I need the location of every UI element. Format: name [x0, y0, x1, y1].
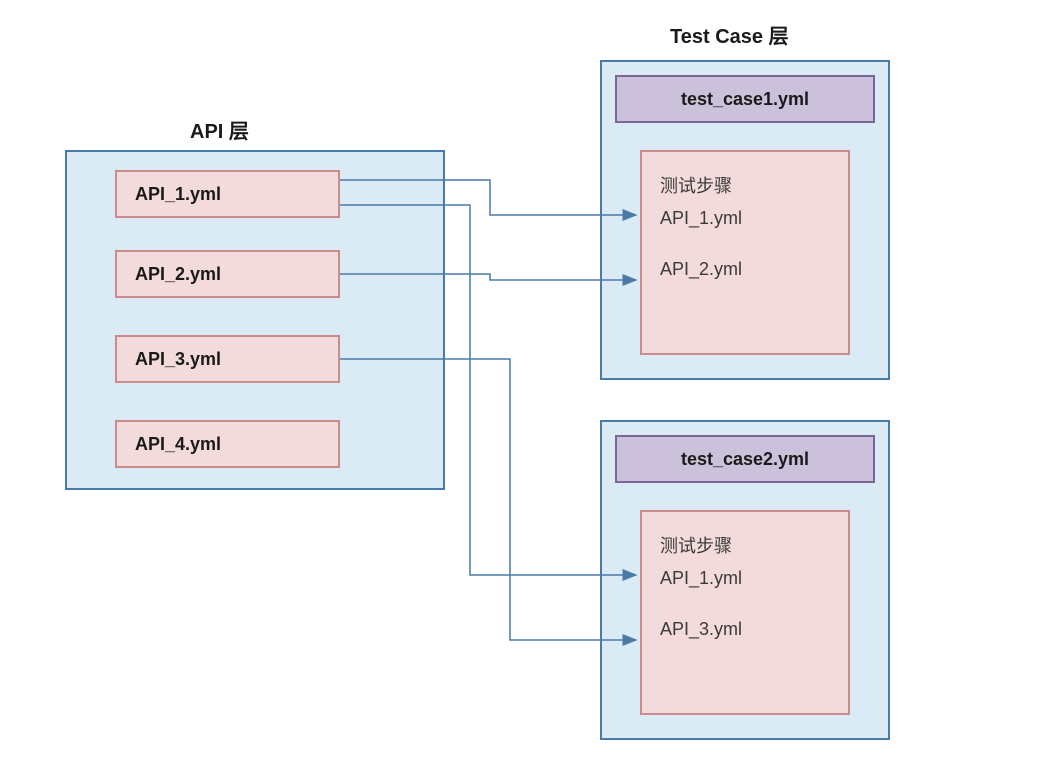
testcase2-header: test_case2.yml [615, 435, 875, 483]
testcase2-steps: 测试步骤 API_1.yml API_3.yml [640, 510, 850, 715]
api-item-1: API_1.yml [115, 170, 340, 218]
testcase-header-label: test_case1.yml [681, 89, 809, 110]
api-item-label: API_3.yml [135, 349, 221, 370]
api-item-4: API_4.yml [115, 420, 340, 468]
steps-title: 测试步骤 [660, 170, 830, 202]
steps-title: 测试步骤 [660, 530, 830, 562]
api-item-2: API_2.yml [115, 250, 340, 298]
step-line: API_1.yml [660, 202, 830, 234]
step-line: API_1.yml [660, 562, 830, 594]
testcase1-steps: 测试步骤 API_1.yml API_2.yml [640, 150, 850, 355]
testcase-layer-title: Test Case 层 [670, 20, 789, 49]
api-layer-title: API 层 [190, 115, 249, 144]
step-line: API_2.yml [660, 253, 830, 285]
api-item-3: API_3.yml [115, 335, 340, 383]
testcase-header-label: test_case2.yml [681, 449, 809, 470]
api-item-label: API_4.yml [135, 434, 221, 455]
step-line: API_3.yml [660, 613, 830, 645]
api-item-label: API_2.yml [135, 264, 221, 285]
api-item-label: API_1.yml [135, 184, 221, 205]
testcase1-header: test_case1.yml [615, 75, 875, 123]
